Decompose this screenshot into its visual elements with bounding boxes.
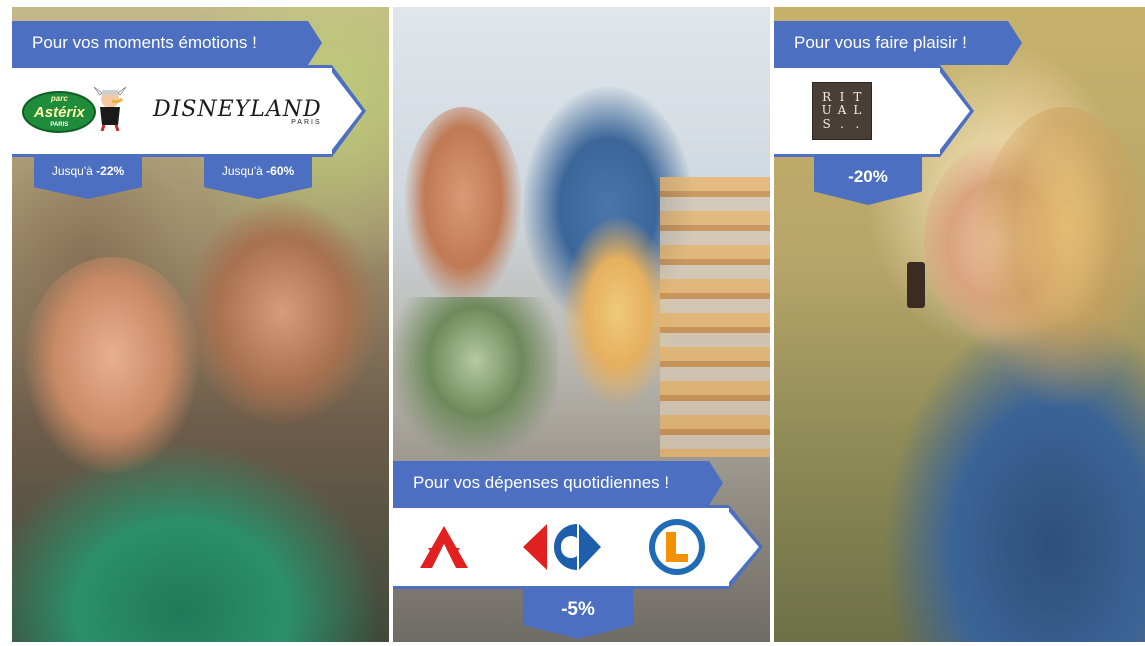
asterix-discount-prefix: Jusqu'à [51, 164, 97, 178]
rituals-letter: . [840, 116, 844, 131]
asterix-character-icon [94, 86, 127, 131]
girl-shopper-photo-region [563, 217, 673, 407]
rituals-letter: A [837, 103, 847, 118]
emotions-banner: Pour vos moments émotions ! [12, 21, 322, 65]
parc-asterix-logo[interactable]: parc Astérix PARIS [22, 85, 132, 137]
asterix-logo-name: Astérix [33, 104, 85, 121]
promo-panel-emotions: Pour vos moments émotions ! parc Astérix… [12, 7, 389, 642]
emotions-logo-box[interactable]: parc Astérix PARIS DISNEYLAND PARIS [12, 65, 362, 157]
asterix-logo-bottom-text: PARIS [50, 122, 69, 128]
rituals-letter: I [839, 90, 845, 104]
asterix-logo-top-text: parc [50, 94, 68, 103]
emotions-banner-text: Pour vos moments émotions ! [32, 33, 257, 52]
daily-banner: Pour vos dépenses quotidiennes ! [393, 461, 723, 505]
woman-shopper-photo-region [403, 107, 523, 307]
disneyland-logo-text: DISNEYLAND [153, 96, 322, 122]
disney-discount-value: -60% [266, 164, 295, 178]
carrefour-icon[interactable] [517, 520, 603, 574]
rituals-letter: T [853, 90, 862, 104]
disneyland-paris-logo[interactable]: DISNEYLAND PARIS [153, 97, 322, 126]
rituals-letter: . [855, 116, 860, 131]
auchan-icon[interactable] [416, 524, 472, 570]
pleasure-logo-box[interactable]: R I T U A L S . . [774, 65, 970, 157]
pleasure-banner-text: Pour vous faire plaisir ! [794, 33, 967, 52]
shopping-cart-photo-region [393, 297, 558, 457]
disney-discount-prefix: Jusqu'à [221, 164, 267, 178]
man-glasses-photo-region [182, 197, 382, 427]
rituals-letter: U [821, 103, 832, 118]
rituals-discount-value: -20% [848, 167, 888, 186]
rituals-letter: L [853, 103, 862, 118]
leclerc-icon[interactable] [648, 518, 706, 576]
promo-panel-pleasure: Pour vous faire plaisir ! R I T U A L S … [774, 7, 1145, 642]
rituals-letter: R [822, 90, 832, 104]
daily-logo-box[interactable] [393, 505, 759, 589]
rituals-logo[interactable]: R I T U A L S . . [812, 82, 872, 140]
asterix-logo-oval: parc Astérix PARIS [22, 91, 97, 133]
daily-discount-value: -5% [561, 599, 595, 620]
pleasure-banner: Pour vous faire plaisir ! [774, 21, 1022, 65]
woman-laughing-photo-region [22, 257, 202, 477]
daily-banner-text: Pour vos dépenses quotidiennes ! [413, 473, 670, 492]
promo-panel-daily: Pour vos dépenses quotidiennes ! -5% [393, 7, 770, 642]
asterix-discount-value: -22% [96, 164, 125, 178]
woman-hair-photo-region [974, 107, 1145, 407]
perfume-bottle-photo-region [907, 262, 925, 308]
rituals-letter: S [822, 116, 831, 131]
